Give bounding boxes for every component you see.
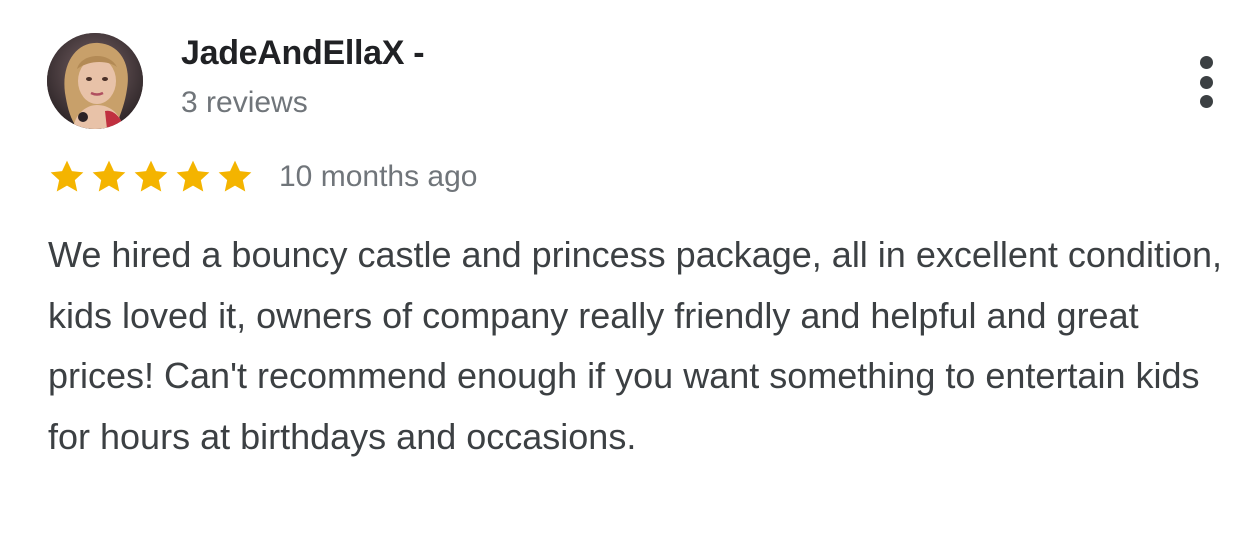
more-options-button[interactable] xyxy=(1184,50,1228,114)
star-icon xyxy=(173,157,213,197)
more-vert-icon-dot xyxy=(1199,75,1213,89)
review-time: 10 months ago xyxy=(279,160,478,193)
reviewer-name[interactable]: JadeAndEllaX - xyxy=(181,34,425,73)
more-vert-icon-dot xyxy=(1199,95,1213,108)
avatar-photo-icon xyxy=(47,33,143,129)
rating-row: 10 months ago xyxy=(47,155,477,199)
more-vert-icon-dot xyxy=(1199,56,1213,69)
star-icon xyxy=(47,157,87,197)
reviewer-avatar[interactable] xyxy=(47,33,143,129)
star-icon xyxy=(131,157,171,197)
star-rating xyxy=(47,157,255,197)
review-card: JadeAndEllaX - 3 reviews 10 months ago W… xyxy=(0,0,1252,543)
star-icon xyxy=(215,157,255,197)
review-count: 3 reviews xyxy=(181,86,308,119)
star-icon xyxy=(89,157,129,197)
review-text: We hired a bouncy castle and princess pa… xyxy=(48,234,1223,457)
